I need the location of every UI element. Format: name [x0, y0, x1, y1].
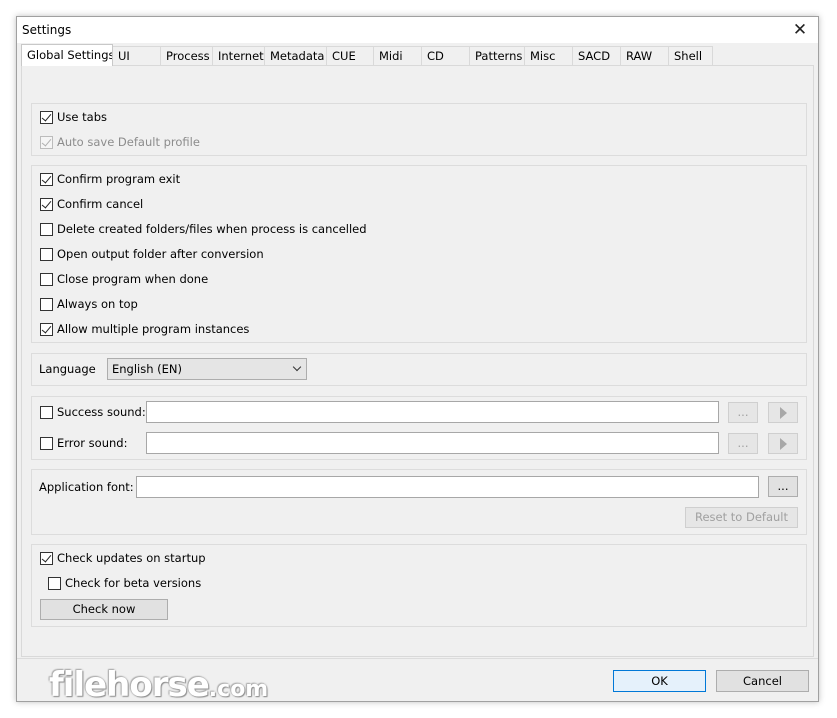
program-behaviour-group: Confirm program exit Confirm cancel Dele… — [31, 165, 807, 343]
close-when-done-label: Close program when done — [57, 272, 209, 286]
checkbox-box[interactable] — [40, 247, 53, 261]
checkbox-box[interactable] — [40, 297, 53, 311]
tab-metadata[interactable]: Metadata — [264, 46, 327, 66]
multiple-instances-label: Allow multiple program instances — [57, 322, 250, 336]
sounds-group: Success sound: ... Error sound: ... — [31, 396, 807, 460]
success-sound-label: Success sound: — [57, 405, 146, 419]
ok-button[interactable]: OK — [613, 670, 706, 692]
reset-to-default-button[interactable]: Reset to Default — [685, 507, 798, 528]
checkbox-box[interactable] — [40, 405, 53, 419]
tab-sacd[interactable]: SACD — [572, 46, 621, 66]
use-tabs-checkbox[interactable]: Use tabs — [40, 109, 107, 125]
tab-strip: Global Settings UI Process Internet Meta… — [21, 44, 713, 66]
font-group: Application font: ... Reset to Default — [31, 469, 807, 535]
tab-ui[interactable]: UI — [112, 46, 161, 66]
checkbox-box[interactable] — [40, 110, 53, 124]
checkbox-box[interactable] — [40, 322, 53, 336]
font-browse-button[interactable]: ... — [768, 476, 798, 497]
delete-created-checkbox[interactable]: Delete created folders/files when proces… — [40, 221, 367, 237]
tab-patterns[interactable]: Patterns — [469, 46, 525, 66]
settings-window: Settings ✕ Global Settings UI Process In… — [16, 16, 819, 705]
title-bar: Settings ✕ — [17, 17, 818, 43]
error-sound-play-button[interactable] — [768, 433, 798, 454]
footer-divider — [17, 658, 818, 659]
language-select[interactable]: English (EN) — [107, 358, 307, 380]
open-output-label: Open output folder after conversion — [57, 247, 264, 261]
confirm-exit-checkbox[interactable]: Confirm program exit — [40, 171, 180, 187]
language-value: English (EN) — [112, 362, 183, 376]
tab-raw[interactable]: RAW — [620, 46, 669, 66]
check-now-button[interactable]: Check now — [40, 599, 168, 620]
open-output-checkbox[interactable]: Open output folder after conversion — [40, 246, 264, 262]
close-when-done-checkbox[interactable]: Close program when done — [40, 271, 208, 287]
confirm-cancel-checkbox[interactable]: Confirm cancel — [40, 196, 143, 212]
global-settings-panel: Use tabs Auto save Default profile Confi… — [21, 65, 814, 657]
confirm-exit-label: Confirm program exit — [57, 172, 181, 186]
checkbox-box[interactable] — [40, 172, 53, 186]
always-on-top-label: Always on top — [57, 297, 138, 311]
play-icon — [779, 438, 787, 450]
application-font-label: Application font: — [39, 480, 134, 494]
chevron-down-icon — [292, 362, 302, 372]
delete-created-label: Delete created folders/files when proces… — [57, 222, 367, 236]
application-font-input[interactable] — [136, 476, 759, 498]
tab-misc[interactable]: Misc — [524, 46, 573, 66]
checkbox-box[interactable] — [40, 197, 53, 211]
watermark-brand: filehorse — [49, 665, 210, 705]
tab-global-settings[interactable]: Global Settings — [21, 44, 113, 66]
checkbox-box[interactable] — [40, 551, 53, 565]
use-tabs-label: Use tabs — [57, 110, 107, 124]
tab-midi[interactable]: Midi — [373, 46, 422, 66]
watermark-tld: .com — [208, 677, 269, 702]
language-label: Language — [39, 362, 96, 376]
tab-cd[interactable]: CD — [421, 46, 470, 66]
checkbox-box[interactable] — [40, 436, 53, 450]
language-group: Language English (EN) — [31, 353, 807, 386]
tabs-group: Use tabs Auto save Default profile — [31, 103, 807, 156]
error-sound-checkbox[interactable]: Error sound: — [40, 435, 127, 451]
window-title: Settings — [22, 23, 72, 37]
error-sound-input[interactable] — [146, 432, 719, 454]
beta-versions-label: Check for beta versions — [65, 576, 202, 590]
filehorse-watermark: filehorse.com — [49, 665, 268, 710]
error-sound-browse-button[interactable]: ... — [728, 433, 758, 454]
check-updates-label: Check updates on startup — [57, 551, 206, 565]
checkbox-box[interactable] — [40, 272, 53, 286]
checkbox-box[interactable] — [48, 576, 61, 590]
tab-internet[interactable]: Internet — [212, 46, 265, 66]
always-on-top-checkbox[interactable]: Always on top — [40, 296, 138, 312]
success-sound-checkbox[interactable]: Success sound: — [40, 404, 146, 420]
tab-cue[interactable]: CUE — [326, 46, 374, 66]
auto-save-label: Auto save Default profile — [57, 135, 200, 149]
success-sound-input[interactable] — [146, 401, 719, 423]
auto-save-checkbox: Auto save Default profile — [40, 134, 200, 150]
updates-group: Check updates on startup Check for beta … — [31, 544, 807, 627]
success-sound-play-button[interactable] — [768, 402, 798, 423]
play-icon — [779, 407, 787, 419]
beta-versions-checkbox[interactable]: Check for beta versions — [48, 575, 201, 591]
tab-shell[interactable]: Shell — [668, 46, 713, 66]
success-sound-browse-button[interactable]: ... — [728, 402, 758, 423]
confirm-cancel-label: Confirm cancel — [57, 197, 144, 211]
cancel-button[interactable]: Cancel — [716, 670, 809, 692]
error-sound-label: Error sound: — [57, 436, 128, 450]
checkbox-box — [40, 135, 53, 149]
multiple-instances-checkbox[interactable]: Allow multiple program instances — [40, 321, 249, 337]
checkbox-box[interactable] — [40, 222, 53, 236]
close-icon[interactable]: ✕ — [790, 20, 810, 40]
check-updates-checkbox[interactable]: Check updates on startup — [40, 550, 206, 566]
tab-process[interactable]: Process — [160, 46, 213, 66]
